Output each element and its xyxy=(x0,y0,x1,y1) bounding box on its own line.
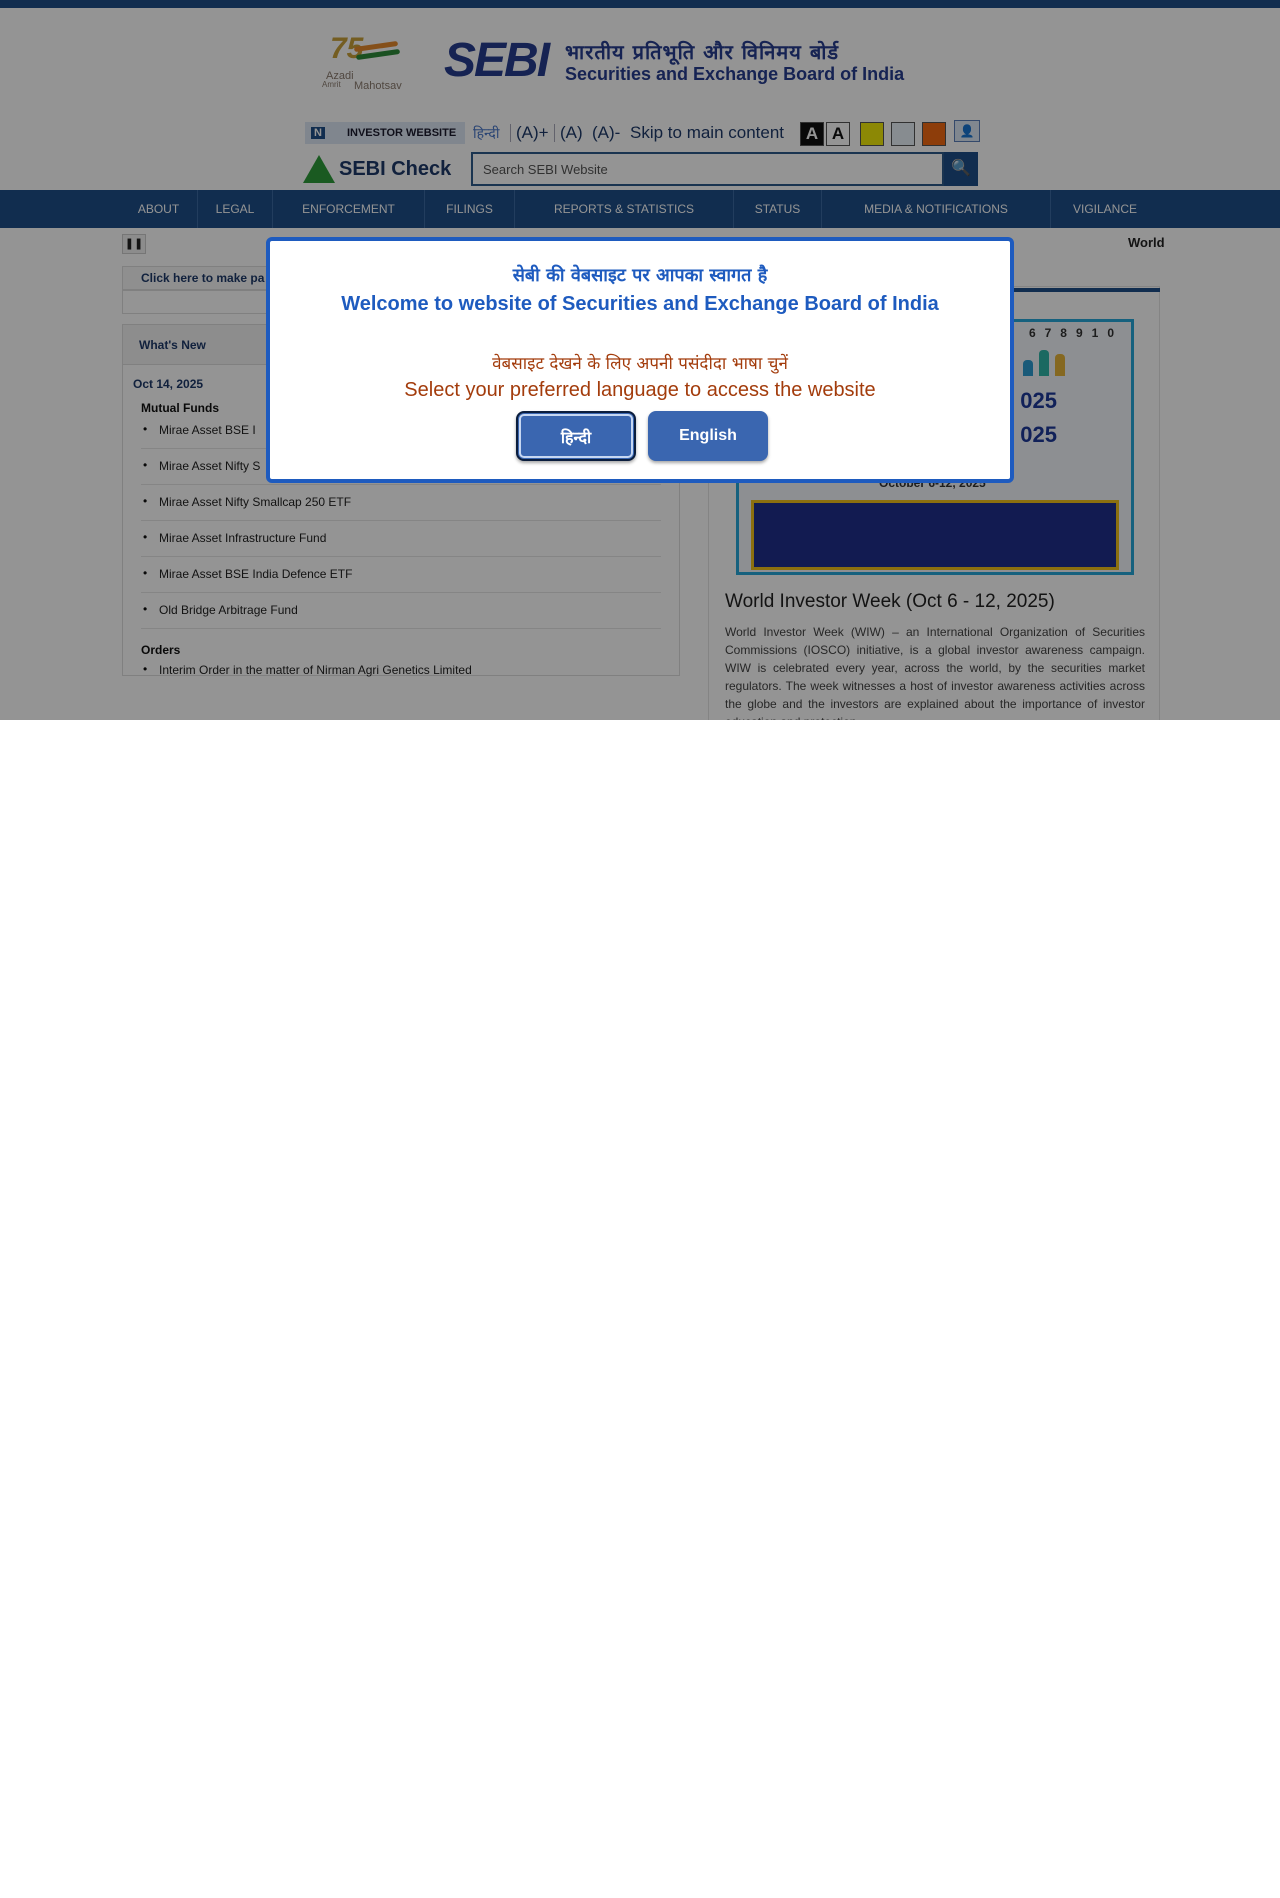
hindi-language-button[interactable]: हिन्दी xyxy=(516,411,636,461)
english-language-button[interactable]: English xyxy=(648,411,768,461)
select-language-hindi: वेबसाइट देखने के लिए अपनी पसंदीदा भाषा च… xyxy=(492,354,788,374)
page: 75 Azadi Amrit Mahotsav SEBI भारतीय प्रत… xyxy=(0,0,1280,1898)
language-selection-dialog: सेबी की वेबसाइट पर आपका स्वागत है Welcom… xyxy=(266,237,1014,483)
welcome-english: Welcome to website of Securities and Exc… xyxy=(341,293,939,315)
welcome-hindi: सेबी की वेबसाइट पर आपका स्वागत है xyxy=(512,265,768,286)
select-language-english: Select your preferred language to access… xyxy=(404,379,876,401)
website-background: 75 Azadi Amrit Mahotsav SEBI भारतीय प्रत… xyxy=(0,0,1280,720)
